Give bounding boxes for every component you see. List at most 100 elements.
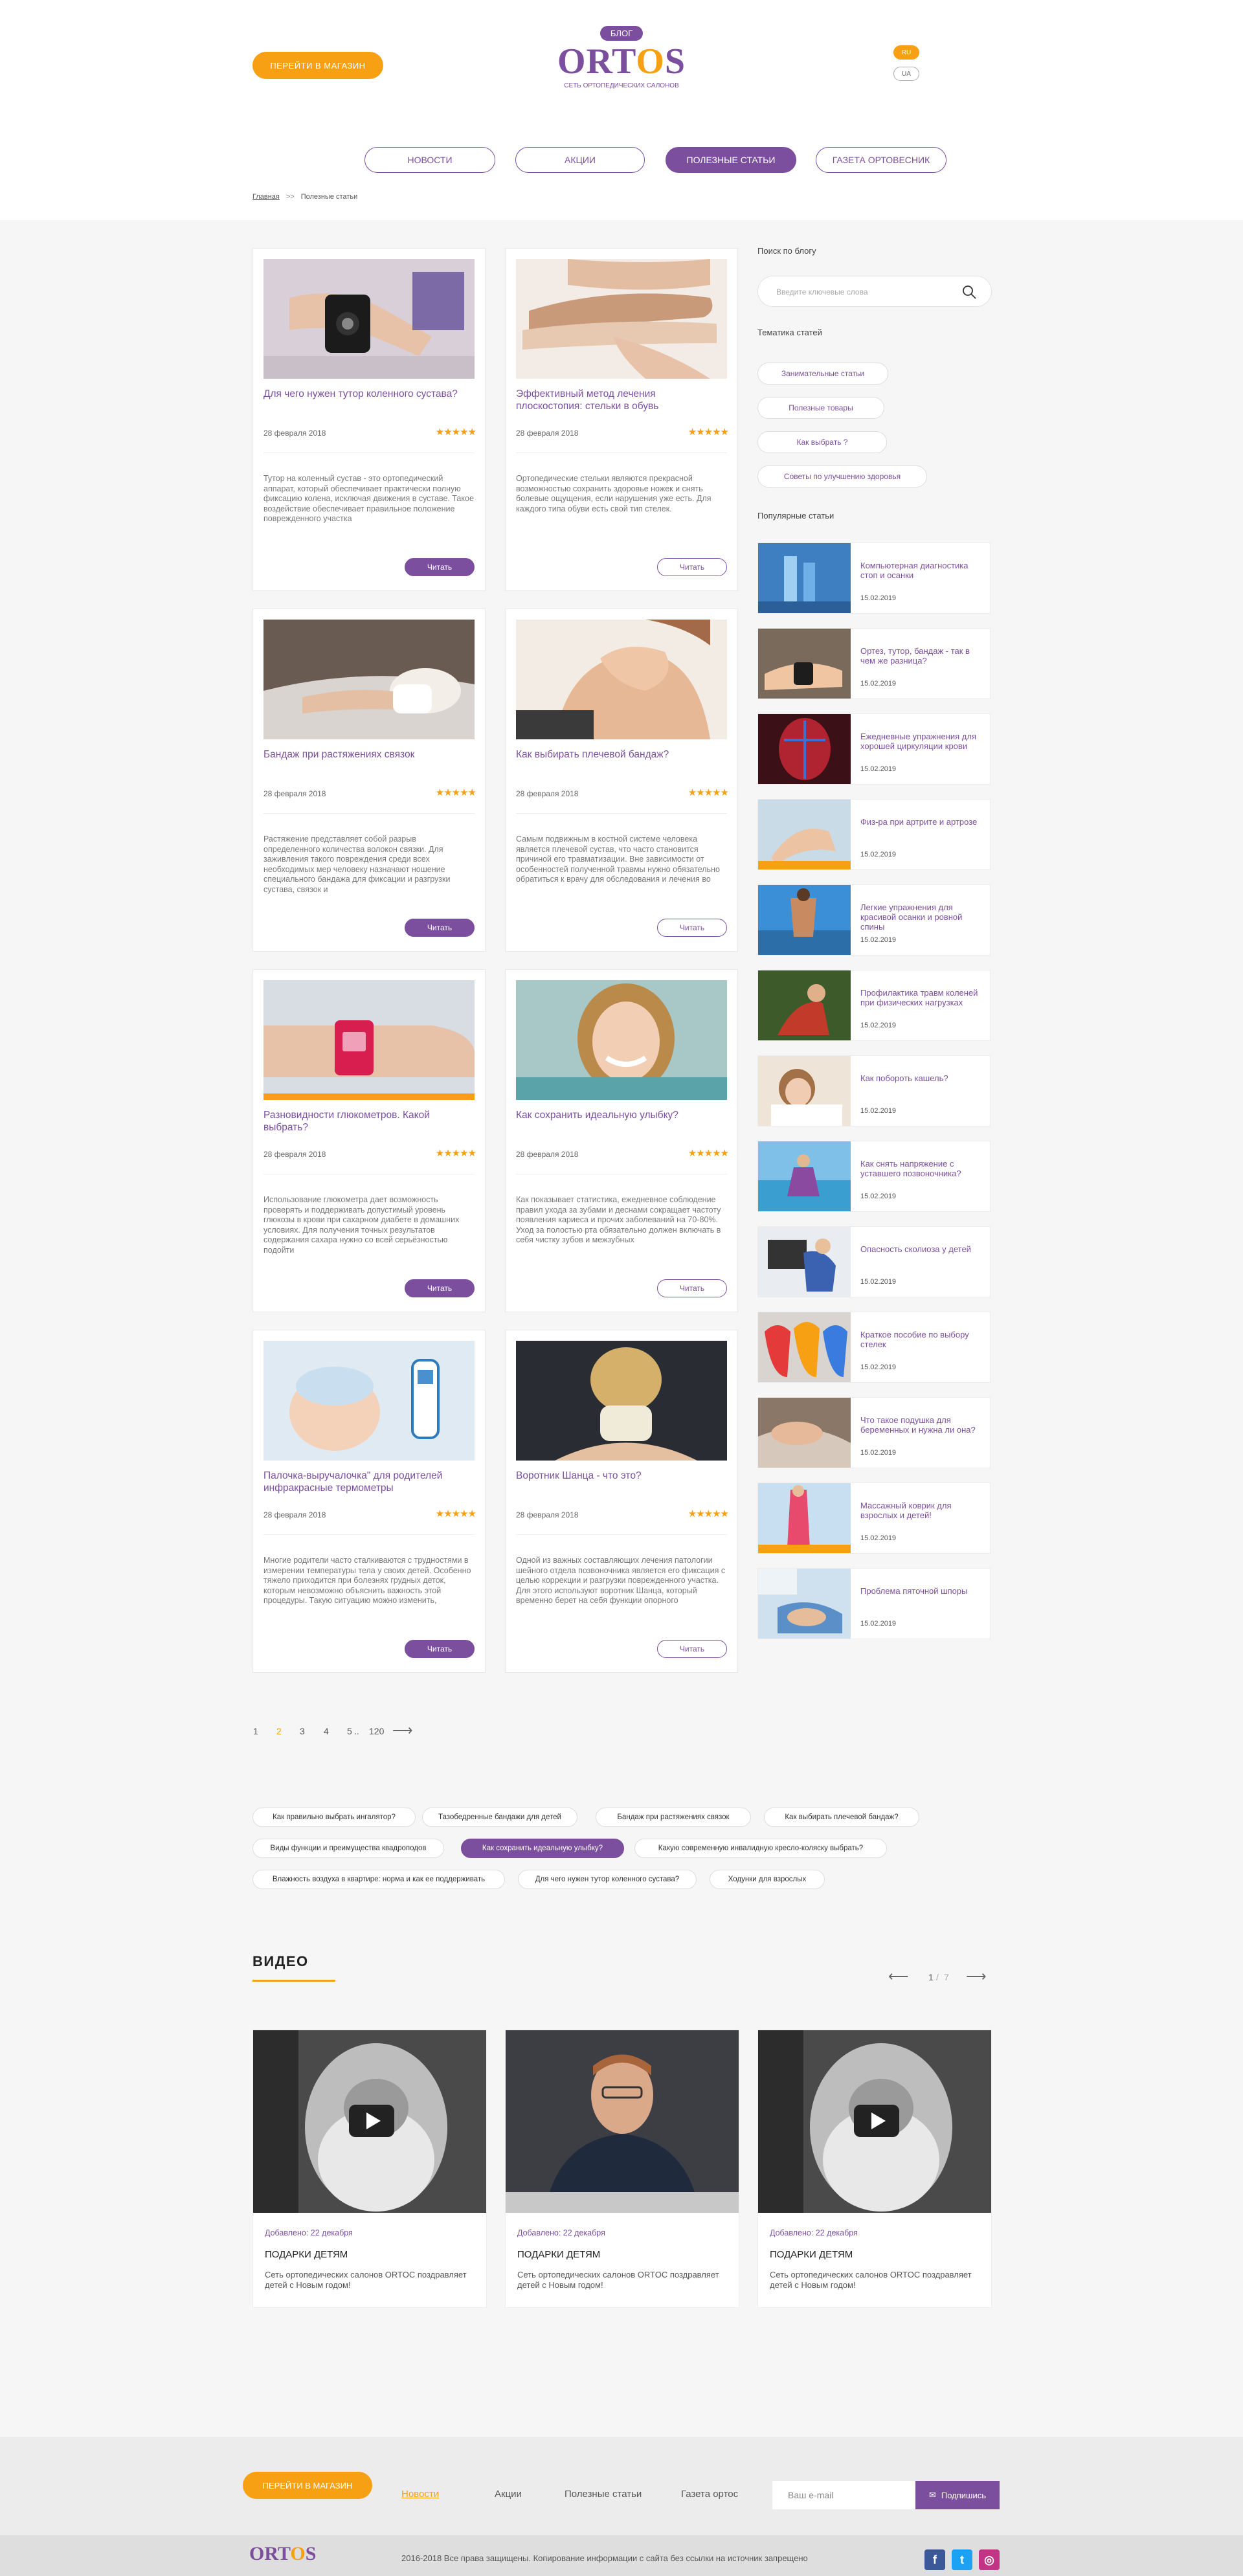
article-image-smile[interactable] <box>516 980 727 1100</box>
footer-link-promotions[interactable]: Акции <box>495 2489 522 2500</box>
footer-tag[interactable]: Тазобедренные бандажи для детей <box>422 1808 577 1827</box>
video-thumbnail[interactable] <box>253 2030 486 2213</box>
article-card[interactable]: Эффективный метод лечения плоскостопия: … <box>505 248 738 591</box>
article-card[interactable]: Воротник Шанца - что это? 28 февраля 201… <box>505 1330 738 1673</box>
article-title[interactable]: Бандаж при растяжениях связок <box>263 748 471 761</box>
footer-tag[interactable]: Бандаж при растяжениях связок <box>596 1808 751 1827</box>
topic-tag[interactable]: Советы по улучшению здоровья <box>757 465 927 487</box>
read-button[interactable]: Читать <box>657 558 727 576</box>
read-button[interactable]: Читать <box>657 1640 727 1658</box>
read-button[interactable]: Читать <box>405 1279 475 1297</box>
footer-link-newspaper[interactable]: Газета ортос <box>681 2489 738 2500</box>
popular-article[interactable]: Что такое подушка для беременных и нужна… <box>757 1397 991 1468</box>
popular-article[interactable]: Проблема пяточной шпоры 15.02.2019 <box>757 1568 991 1639</box>
popular-article[interactable]: Легкие упражнения для красивой осанки и … <box>757 884 991 956</box>
topic-tag[interactable]: Занимательные статьи <box>757 363 888 385</box>
page-3[interactable]: 3 <box>300 1726 305 1736</box>
next-page-arrow-icon[interactable]: ⟶ <box>392 1722 413 1739</box>
footer-link-articles[interactable]: Полезные статьи <box>565 2489 642 2500</box>
article-title[interactable]: Воротник Шанца - что это? <box>516 1470 723 1482</box>
page-5[interactable]: 5 <box>347 1726 352 1736</box>
footer-tag[interactable]: Ходунки для взрослых <box>710 1870 825 1889</box>
twitter-icon[interactable]: t <box>952 2549 972 2570</box>
read-button[interactable]: Читать <box>405 558 475 576</box>
popular-article[interactable]: Профилактика травм коленей при физически… <box>757 970 991 1041</box>
video-next-arrow-icon[interactable]: ⟶ <box>966 1968 987 1985</box>
popular-article[interactable]: Как побороть кашель? 15.02.2019 <box>757 1055 991 1126</box>
popular-article[interactable]: Ежедневные упражнения для хорошей циркул… <box>757 713 991 785</box>
breadcrumb-home[interactable]: Главная <box>252 193 280 201</box>
article-image-knee-brace[interactable] <box>263 259 475 379</box>
footer-tag[interactable]: Виды функции и преимущества квадроподов <box>252 1839 444 1858</box>
popular-article[interactable]: Физ-ра при артрите и артрозе 15.02.2019 <box>757 799 991 870</box>
article-image-shoulder[interactable] <box>516 620 727 739</box>
video-card[interactable]: Добавлено: 22 декабря ПОДАРКИ ДЕТЯМ Сеть… <box>505 2030 739 2308</box>
footer-tag[interactable]: Какую современную инвалидную кресло-коля… <box>634 1839 887 1858</box>
email-field[interactable] <box>772 2481 916 2509</box>
article-card[interactable]: Бандаж при растяжениях связок 28 февраля… <box>252 609 486 952</box>
instagram-icon[interactable]: ◎ <box>979 2549 1000 2570</box>
article-title[interactable]: Для чего нужен тутор коленного сустава? <box>263 388 471 400</box>
video-title[interactable]: ПОДАРКИ ДЕТЯМ <box>517 2249 600 2260</box>
go-to-shop-button[interactable]: ПЕРЕЙТИ В МАГАЗИН <box>252 52 383 79</box>
nav-promotions[interactable]: АКЦИИ <box>515 147 645 173</box>
read-button[interactable]: Читать <box>657 1279 727 1297</box>
footer-tag[interactable]: Влажность воздуха в квартире: норма и ка… <box>252 1870 505 1889</box>
article-title[interactable]: Палочка-выручалочка" для родителей инфра… <box>263 1470 471 1494</box>
article-card[interactable]: Как сохранить идеальную улыбку? 28 февра… <box>505 969 738 1312</box>
popular-title: Физ-ра при артрите и артрозе <box>860 817 978 827</box>
logo[interactable]: БЛОГ ORTOS СЕТЬ ОРТОПЕДИЧЕСКИХ САЛОНОВ <box>557 26 686 110</box>
video-prev-arrow-icon[interactable]: ⟵ <box>888 1968 909 1985</box>
lang-ua-button[interactable]: UA <box>893 67 919 81</box>
popular-article[interactable]: Компьютерная диагностика стоп и осанки 1… <box>757 543 991 614</box>
article-card[interactable]: Для чего нужен тутор коленного сустава? … <box>252 248 486 591</box>
article-title[interactable]: Как сохранить идеальную улыбку? <box>516 1109 723 1121</box>
video-card[interactable]: Добавлено: 22 декабря ПОДАРКИ ДЕТЯМ Сеть… <box>252 2030 487 2308</box>
subscribe-button[interactable]: ✉ Подпишись <box>915 2481 1000 2509</box>
footer-link-news[interactable]: Новости <box>401 2489 439 2500</box>
article-card[interactable]: Разновидности глюкометров. Какой выбрать… <box>252 969 486 1312</box>
video-thumbnail[interactable] <box>758 2030 991 2213</box>
facebook-icon[interactable]: f <box>924 2549 945 2570</box>
article-image-sprain[interactable] <box>263 620 475 739</box>
video-title[interactable]: ПОДАРКИ ДЕТЯМ <box>265 2249 348 2260</box>
footer-tag[interactable]: Как правильно выбрать ингалятор? <box>252 1808 416 1827</box>
article-image-neck-collar[interactable] <box>516 1341 727 1461</box>
popular-article[interactable]: Краткое пособие по выбору стелек 15.02.2… <box>757 1312 991 1383</box>
topic-tag[interactable]: Полезные товары <box>757 397 884 419</box>
video-title[interactable]: ПОДАРКИ ДЕТЯМ <box>770 2249 853 2260</box>
article-title[interactable]: Разновидности глюкометров. Какой выбрать… <box>263 1109 471 1134</box>
read-button[interactable]: Читать <box>657 919 727 937</box>
article-title[interactable]: Эффективный метод лечения плоскостопия: … <box>516 388 723 412</box>
footer-tag-active[interactable]: Как сохранить идеальную улыбку? <box>461 1839 624 1858</box>
video-thumbnail[interactable] <box>506 2030 739 2213</box>
nav-useful-articles[interactable]: ПОЛЕЗНЫЕ СТАТЬИ <box>666 147 796 173</box>
popular-article[interactable]: Как снять напряжение с уставшего позвоно… <box>757 1141 991 1212</box>
footer-tag[interactable]: Для чего нужен тутор коленного сустава? <box>518 1870 697 1889</box>
article-card[interactable]: Как выбирать плечевой бандаж? 28 февраля… <box>505 609 738 952</box>
article-image-glucometer[interactable] <box>263 980 475 1100</box>
article-image-thermometer[interactable] <box>263 1341 475 1461</box>
nav-newspaper[interactable]: ГАЗЕТА ОРТОВЕСНИК <box>816 147 946 173</box>
popular-article[interactable]: Ортез, тутор, бандаж - так в чем же разн… <box>757 628 991 699</box>
footer-shop-button[interactable]: ПЕРЕЙТИ В МАГАЗИН <box>243 2472 372 2499</box>
video-card[interactable]: Добавлено: 22 декабря ПОДАРКИ ДЕТЯМ Сеть… <box>757 2030 992 2308</box>
popular-article[interactable]: Опасность сколиоза у детей 15.02.2019 <box>757 1226 991 1297</box>
page-4[interactable]: 4 <box>324 1726 329 1736</box>
footer-logo[interactable]: ORTOS <box>249 2543 316 2565</box>
page-2-current[interactable]: 2 <box>276 1726 282 1736</box>
topic-tag[interactable]: Как выбрать ? <box>757 431 887 453</box>
popular-article[interactable]: Массажный коврик для взрослых и детей! 1… <box>757 1483 991 1554</box>
nav-news[interactable]: НОВОСТИ <box>364 147 495 173</box>
page-120[interactable]: 120 <box>369 1726 384 1736</box>
article-image-insoles[interactable] <box>516 259 727 379</box>
article-title[interactable]: Как выбирать плечевой бандаж? <box>516 748 723 761</box>
lang-ru-button[interactable]: RU <box>893 45 919 60</box>
page-1[interactable]: 1 <box>253 1726 258 1736</box>
footer-tag[interactable]: Как выбирать плечевой бандаж? <box>764 1808 919 1827</box>
read-button[interactable]: Читать <box>405 1640 475 1658</box>
article-card[interactable]: Палочка-выручалочка" для родителей инфра… <box>252 1330 486 1673</box>
read-button[interactable]: Читать <box>405 919 475 937</box>
search-input[interactable] <box>776 286 945 298</box>
search-icon[interactable] <box>961 284 977 300</box>
